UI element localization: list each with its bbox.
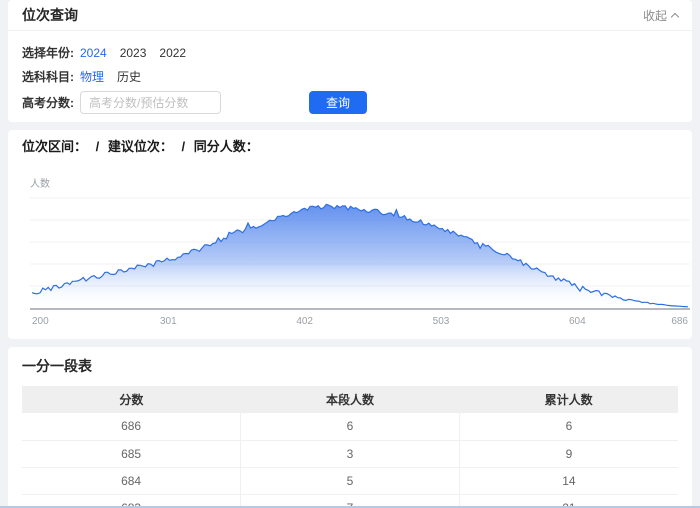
table-row: 684 5 14 xyxy=(22,467,678,494)
cell-cumulative-count: 6 xyxy=(459,413,678,440)
segment-table-panel: 一分一段表 分数 本段人数 累计人数 686 6 6 685 3 9 684 5 xyxy=(8,347,692,508)
subject-label: 选科科目: xyxy=(22,68,80,85)
chart-y-axis-label: 人数 xyxy=(30,175,678,190)
page-title: 位次查询 xyxy=(22,8,78,23)
query-panel-header: 位次查询 收起 xyxy=(8,0,692,31)
year-row: 选择年份: 2024 2023 2022 xyxy=(22,44,678,61)
cell-score: 684 xyxy=(22,467,241,494)
collapse-button[interactable]: 收起 xyxy=(643,7,678,24)
header-segment-count: 本段人数 xyxy=(241,386,460,413)
subject-row: 选科科目: 物理 历史 xyxy=(22,68,678,85)
x-axis-tick: 604 xyxy=(569,316,586,327)
x-axis-tick: 686 xyxy=(671,316,688,327)
x-axis-tick: 301 xyxy=(160,316,177,327)
rank-summary: 位次区间： / 建议位次： / 同分人数： xyxy=(22,139,678,155)
cell-score: 686 xyxy=(22,413,241,440)
header-score: 分数 xyxy=(22,386,241,413)
query-panel: 位次查询 收起 选择年份: 2024 2023 2022 选科科目: 物理 历史… xyxy=(8,0,692,122)
cell-cumulative-count: 14 xyxy=(459,467,678,494)
segment-table: 分数 本段人数 累计人数 686 6 6 685 3 9 684 5 14 xyxy=(22,386,678,508)
x-axis-tick: 503 xyxy=(433,316,450,327)
header-cumulative-count: 累计人数 xyxy=(459,386,678,413)
result-panel: 位次区间： / 建议位次： / 同分人数： 人数 "/>200301402503… xyxy=(8,130,692,339)
table-header-row: 分数 本段人数 累计人数 xyxy=(22,386,678,413)
summary-separator: / xyxy=(182,139,186,154)
subject-option-history[interactable]: 历史 xyxy=(117,68,141,85)
year-option-2023[interactable]: 2023 xyxy=(120,46,147,60)
score-input[interactable] xyxy=(80,91,221,114)
year-option-2024[interactable]: 2024 xyxy=(80,46,107,60)
same-score-count-label: 同分人数： xyxy=(194,139,259,154)
score-label: 高考分数: xyxy=(22,94,80,111)
score-distribution-chart[interactable]: 人数 "/>200301402503604686 xyxy=(22,175,678,333)
distribution-area-chart[interactable]: "/>200301402503604686 xyxy=(30,193,690,333)
cell-segment-count: 3 xyxy=(241,440,460,467)
rank-range-label: 位次区间： xyxy=(22,139,87,154)
x-axis-tick: 200 xyxy=(32,316,49,327)
cell-segment-count: 5 xyxy=(241,467,460,494)
table-row: 686 6 6 xyxy=(22,413,678,440)
year-label: 选择年份: xyxy=(22,44,80,61)
suggested-rank-label: 建议位次： xyxy=(108,139,173,154)
chevron-up-icon xyxy=(671,13,679,21)
cell-score: 685 xyxy=(22,440,241,467)
year-option-2022[interactable]: 2022 xyxy=(159,46,186,60)
summary-separator: / xyxy=(96,139,100,154)
query-form: 选择年份: 2024 2023 2022 选科科目: 物理 历史 高考分数: 查… xyxy=(8,31,692,122)
collapse-label: 收起 xyxy=(643,7,667,24)
table-row: 685 3 9 xyxy=(22,440,678,467)
segment-table-title: 一分一段表 xyxy=(22,356,678,376)
x-axis-tick: 402 xyxy=(296,316,313,327)
subject-option-physics[interactable]: 物理 xyxy=(80,68,104,85)
score-row: 高考分数: 查询 xyxy=(22,91,678,114)
cell-cumulative-count: 9 xyxy=(459,440,678,467)
cell-segment-count: 6 xyxy=(241,413,460,440)
query-button[interactable]: 查询 xyxy=(309,91,367,114)
